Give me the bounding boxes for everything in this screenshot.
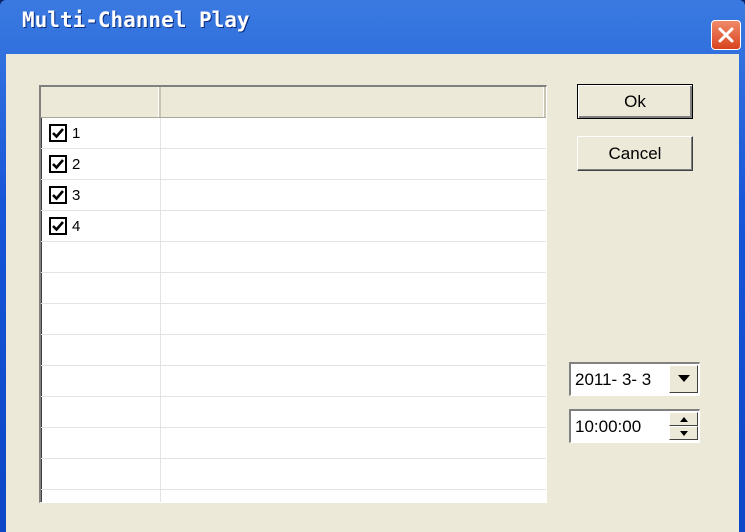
channel-label: 1 (72, 125, 81, 142)
channel-checkbox[interactable] (49, 155, 67, 173)
spin-up-button[interactable] (669, 412, 698, 426)
empty-row (41, 335, 546, 366)
time-spinner[interactable] (669, 412, 698, 440)
list-header (41, 87, 546, 118)
list-item[interactable]: 4 (41, 211, 546, 242)
chevron-down-icon (677, 375, 690, 382)
checkmark-icon (52, 221, 64, 232)
empty-row (41, 459, 546, 490)
arrow-down-icon (679, 430, 688, 436)
channel-label: 3 (72, 187, 81, 204)
channel-checkbox[interactable] (49, 124, 67, 142)
list-item[interactable]: 2 (41, 149, 546, 180)
date-picker[interactable]: 2011- 3- 3 (569, 362, 700, 396)
close-icon (718, 27, 734, 43)
checkmark-icon (52, 190, 64, 201)
empty-row (41, 273, 546, 304)
time-value: 10:00:00 (575, 417, 642, 436)
title-bar[interactable]: Multi-Channel Play (0, 0, 745, 50)
ok-button[interactable]: Ok (577, 84, 693, 119)
checkmark-icon (52, 128, 64, 139)
empty-row (41, 366, 546, 397)
channel-list[interactable]: 1 2 3 4 (39, 85, 547, 503)
close-button[interactable] (711, 20, 741, 50)
dialog-window: Multi-Channel Play 1 2 3 4 Ok Cancel 201… (0, 0, 745, 532)
date-dropdown-button[interactable] (669, 365, 698, 393)
header-column-2[interactable] (161, 87, 546, 117)
list-rows: 1 2 3 4 (41, 118, 546, 502)
window-title: Multi-Channel Play (22, 8, 250, 32)
channel-checkbox[interactable] (49, 217, 67, 235)
empty-row (41, 304, 546, 335)
cancel-button[interactable]: Cancel (577, 136, 693, 171)
arrow-up-icon (679, 416, 688, 422)
header-column-1[interactable] (41, 87, 161, 117)
channel-label: 2 (72, 156, 81, 173)
channel-label: 4 (72, 218, 81, 235)
empty-row (41, 242, 546, 273)
checkmark-icon (52, 159, 64, 170)
empty-row (41, 490, 546, 502)
list-item[interactable]: 1 (41, 118, 546, 149)
date-value: 2011- 3- 3 (575, 370, 652, 389)
list-item[interactable]: 3 (41, 180, 546, 211)
channel-checkbox[interactable] (49, 186, 67, 204)
empty-row (41, 428, 546, 459)
spin-down-button[interactable] (669, 426, 698, 440)
dialog-client-area: 1 2 3 4 Ok Cancel 2011- 3- 3 10:00:00 (6, 54, 739, 532)
empty-row (41, 397, 546, 428)
time-picker[interactable]: 10:00:00 (569, 409, 700, 443)
